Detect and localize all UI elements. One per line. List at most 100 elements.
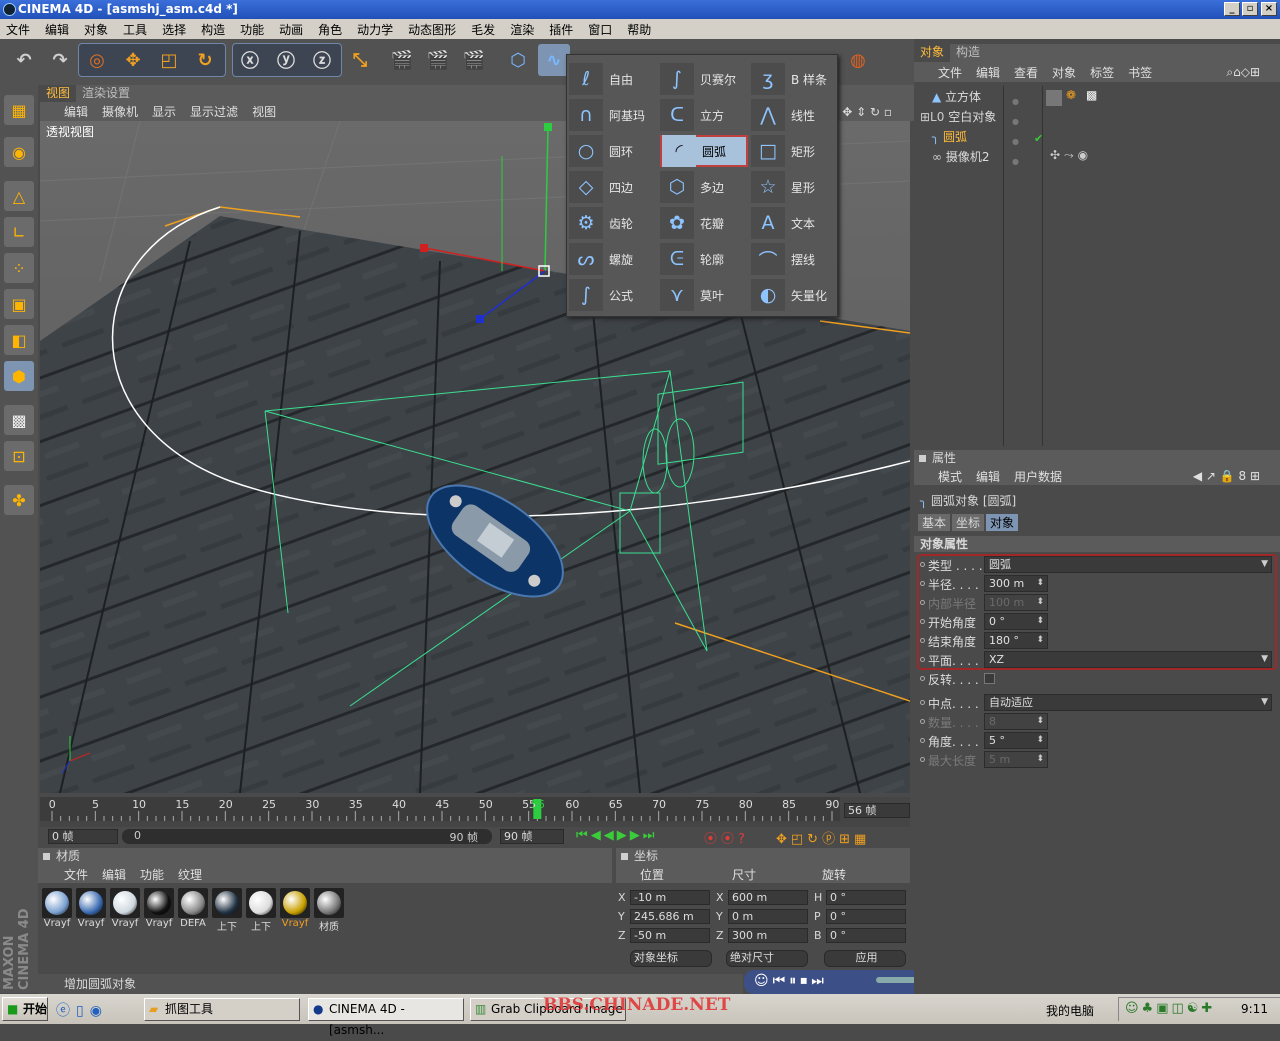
spline-item-formula-spline[interactable]: ∫ 公式 xyxy=(569,279,657,311)
menu-window[interactable]: 窗口 xyxy=(588,21,612,38)
start-button[interactable]: ■ 开始 xyxy=(2,997,48,1021)
material-swatch[interactable]: Vrayf xyxy=(76,888,106,930)
object-menu-bookmarks[interactable]: 书签 xyxy=(1128,64,1152,81)
start-frame-field[interactable]: 0 帧 xyxy=(48,829,118,844)
animate-dot-icon[interactable] xyxy=(920,619,925,624)
y-axis-lock-icon[interactable]: ⓨ xyxy=(270,44,302,76)
menu-character[interactable]: 角色 xyxy=(318,21,342,38)
viewport-menu-display[interactable]: 显示 xyxy=(152,103,176,120)
size-mode-select[interactable]: 绝对尺寸 xyxy=(726,950,808,967)
workplane-icon[interactable]: ⊡ xyxy=(4,441,34,471)
menu-objects[interactable]: 对象 xyxy=(84,21,108,38)
material-swatch[interactable]: Vrayf xyxy=(144,888,174,930)
spline-item-cubic-spline[interactable]: ᑕ 立方 xyxy=(660,99,748,131)
attribute-menu-edit[interactable]: 编辑 xyxy=(976,468,1000,485)
rotation-field[interactable]: 0 ° xyxy=(826,928,906,943)
menu-hair[interactable]: 毛发 xyxy=(471,21,495,38)
tab-coord[interactable]: 坐标 xyxy=(952,514,985,531)
stepper-arrows-icon[interactable]: ⬍ xyxy=(1036,633,1044,648)
object-menu-tags[interactable]: 标签 xyxy=(1090,64,1114,81)
menu-dynamics[interactable]: 动力学 xyxy=(357,21,393,38)
polygons-mode-icon[interactable]: ◧ xyxy=(4,325,34,355)
stepper-arrows-icon[interactable]: ⬍ xyxy=(1036,595,1044,610)
material-swatch[interactable]: Vrayf xyxy=(42,888,72,930)
spline-item-star-spline[interactable]: ☆ 星形 xyxy=(751,171,839,203)
render-region-icon[interactable]: 🎬 xyxy=(422,44,454,76)
rotate-tool-icon[interactable]: ↻ xyxy=(189,44,221,76)
object-row-arc[interactable]: ╮ 圆弧 xyxy=(932,128,967,147)
quick-launch-icons[interactable]: ⓔ▯◉ xyxy=(56,1000,108,1020)
animate-dot-icon[interactable] xyxy=(920,581,925,586)
move-tool-icon[interactable]: ✥ xyxy=(117,44,149,76)
dropdown-arrow-icon[interactable]: ▼ xyxy=(1261,557,1268,572)
tab-render-settings[interactable]: 渲染设置 xyxy=(76,85,136,102)
stepper-arrows-icon[interactable]: ⬍ xyxy=(1036,614,1044,629)
stepper-arrows-icon[interactable]: ⬍ xyxy=(1036,576,1044,591)
stepper-arrows-icon[interactable]: ⬍ xyxy=(1036,714,1044,729)
animate-dot-icon[interactable] xyxy=(920,700,925,705)
tab-objects[interactable]: 对象 xyxy=(914,44,951,62)
material-swatch[interactable]: Vrayf xyxy=(280,888,310,930)
menu-plugins[interactable]: 插件 xyxy=(549,21,573,38)
z-axis-lock-icon[interactable]: ⓩ xyxy=(306,44,338,76)
spline-item-flower-spline[interactable]: ✿ 花瓣 xyxy=(660,207,748,239)
menu-mograph[interactable]: 动态图形 xyxy=(408,21,456,38)
attr-number-field[interactable]: 5 m ⬍ xyxy=(984,751,1048,768)
apply-button[interactable]: 应用 xyxy=(824,950,906,967)
camera-tags-icons[interactable]: ✣⤳◉ xyxy=(1050,148,1092,163)
object-row-null[interactable]: ⊞L0 空白对象 xyxy=(920,108,996,127)
spline-item-polygon-spline[interactable]: ⬡ 多边 xyxy=(660,171,748,203)
environment-sky-icon[interactable]: ◍ xyxy=(842,44,874,76)
tray-icons[interactable]: ☺♣▣◫☯✚ xyxy=(1125,1001,1215,1016)
rotation-field[interactable]: 0 ° xyxy=(826,909,906,924)
key-type-controls[interactable]: ✥◰↻ⓟ⊞▦ xyxy=(776,828,870,847)
attribute-menu-mode[interactable]: 模式 xyxy=(938,468,962,485)
size-field[interactable]: 0 m xyxy=(728,909,808,924)
viewport-menu-camera[interactable]: 摄像机 xyxy=(102,103,138,120)
spline-item-cycloid-spline[interactable]: ⌒ 摆线 xyxy=(751,243,839,275)
tab-basic[interactable]: 基本 xyxy=(918,514,951,531)
phong-tag-icon[interactable]: ❁ xyxy=(1066,88,1076,102)
animate-dot-icon[interactable] xyxy=(920,757,925,762)
menu-render[interactable]: 渲染 xyxy=(510,21,534,38)
attr-number-field[interactable]: 0 ° ⬍ xyxy=(984,613,1048,630)
material-menu-edit[interactable]: 编辑 xyxy=(102,866,126,883)
model-mode-icon[interactable]: ◉ xyxy=(4,137,34,167)
spline-item-arc-spline[interactable]: ◜ 圆弧 xyxy=(660,135,748,167)
material-swatch[interactable]: 材质 xyxy=(314,888,344,933)
layout-icon[interactable]: ▦ xyxy=(4,95,34,125)
spline-item-bezier-spline[interactable]: ∫ 贝赛尔 xyxy=(660,63,748,95)
spline-item-rectangle-spline[interactable]: □ 矩形 xyxy=(751,135,839,167)
tab-object[interactable]: 对象 xyxy=(986,514,1019,531)
menu-help[interactable]: 帮助 xyxy=(627,21,651,38)
attr-number-field[interactable]: 5 ° ⬍ xyxy=(984,732,1048,749)
position-field[interactable]: 245.686 m xyxy=(630,909,710,924)
snap-icon[interactable]: ✤ xyxy=(4,485,34,515)
spline-item-profile-spline[interactable]: ᕮ 轮廓 xyxy=(660,243,748,275)
object-menu-file[interactable]: 文件 xyxy=(938,64,962,81)
current-frame-field[interactable]: 56 帧 xyxy=(844,803,910,818)
menu-structure[interactable]: 构造 xyxy=(201,21,225,38)
material-menu-texture[interactable]: 纹理 xyxy=(178,866,202,883)
end-frame-field[interactable]: 90 帧 xyxy=(500,829,564,844)
material-menu-function[interactable]: 功能 xyxy=(140,866,164,883)
record-controls[interactable]: ⦿⦿? xyxy=(704,828,749,847)
menu-animation[interactable]: 动画 xyxy=(279,21,303,38)
dropdown-arrow-icon[interactable]: ▼ xyxy=(1261,652,1268,667)
animate-dot-icon[interactable] xyxy=(920,638,925,643)
object-row-cube[interactable]: ▲ 立方体 xyxy=(932,88,981,107)
animate-dot-icon[interactable] xyxy=(920,600,925,605)
object-menu-view[interactable]: 查看 xyxy=(1014,64,1038,81)
redo-icon[interactable]: ↷ xyxy=(44,44,76,76)
task-cinema4d[interactable]: ● CINEMA 4D - [asmsh... xyxy=(308,998,464,1037)
x-axis-lock-icon[interactable]: ⓧ xyxy=(234,44,266,76)
viewport-menu-filter[interactable]: 显示过滤 xyxy=(190,103,238,120)
render-view-icon[interactable]: 🎬 xyxy=(386,44,418,76)
attr-select[interactable]: 圆弧 ▼ xyxy=(984,556,1272,573)
size-field[interactable]: 300 m xyxy=(728,928,808,943)
enabled-check-icon[interactable]: ✔ xyxy=(1034,132,1043,145)
points-mode-icon[interactable]: ⁘ xyxy=(4,253,34,283)
texture-mode-icon[interactable]: ▩ xyxy=(4,405,34,435)
attribute-nav-icons[interactable]: ◀ ↗ 🔒 8 ⊞ xyxy=(1193,469,1260,483)
edges-mode-icon[interactable]: ▣ xyxy=(4,289,34,319)
